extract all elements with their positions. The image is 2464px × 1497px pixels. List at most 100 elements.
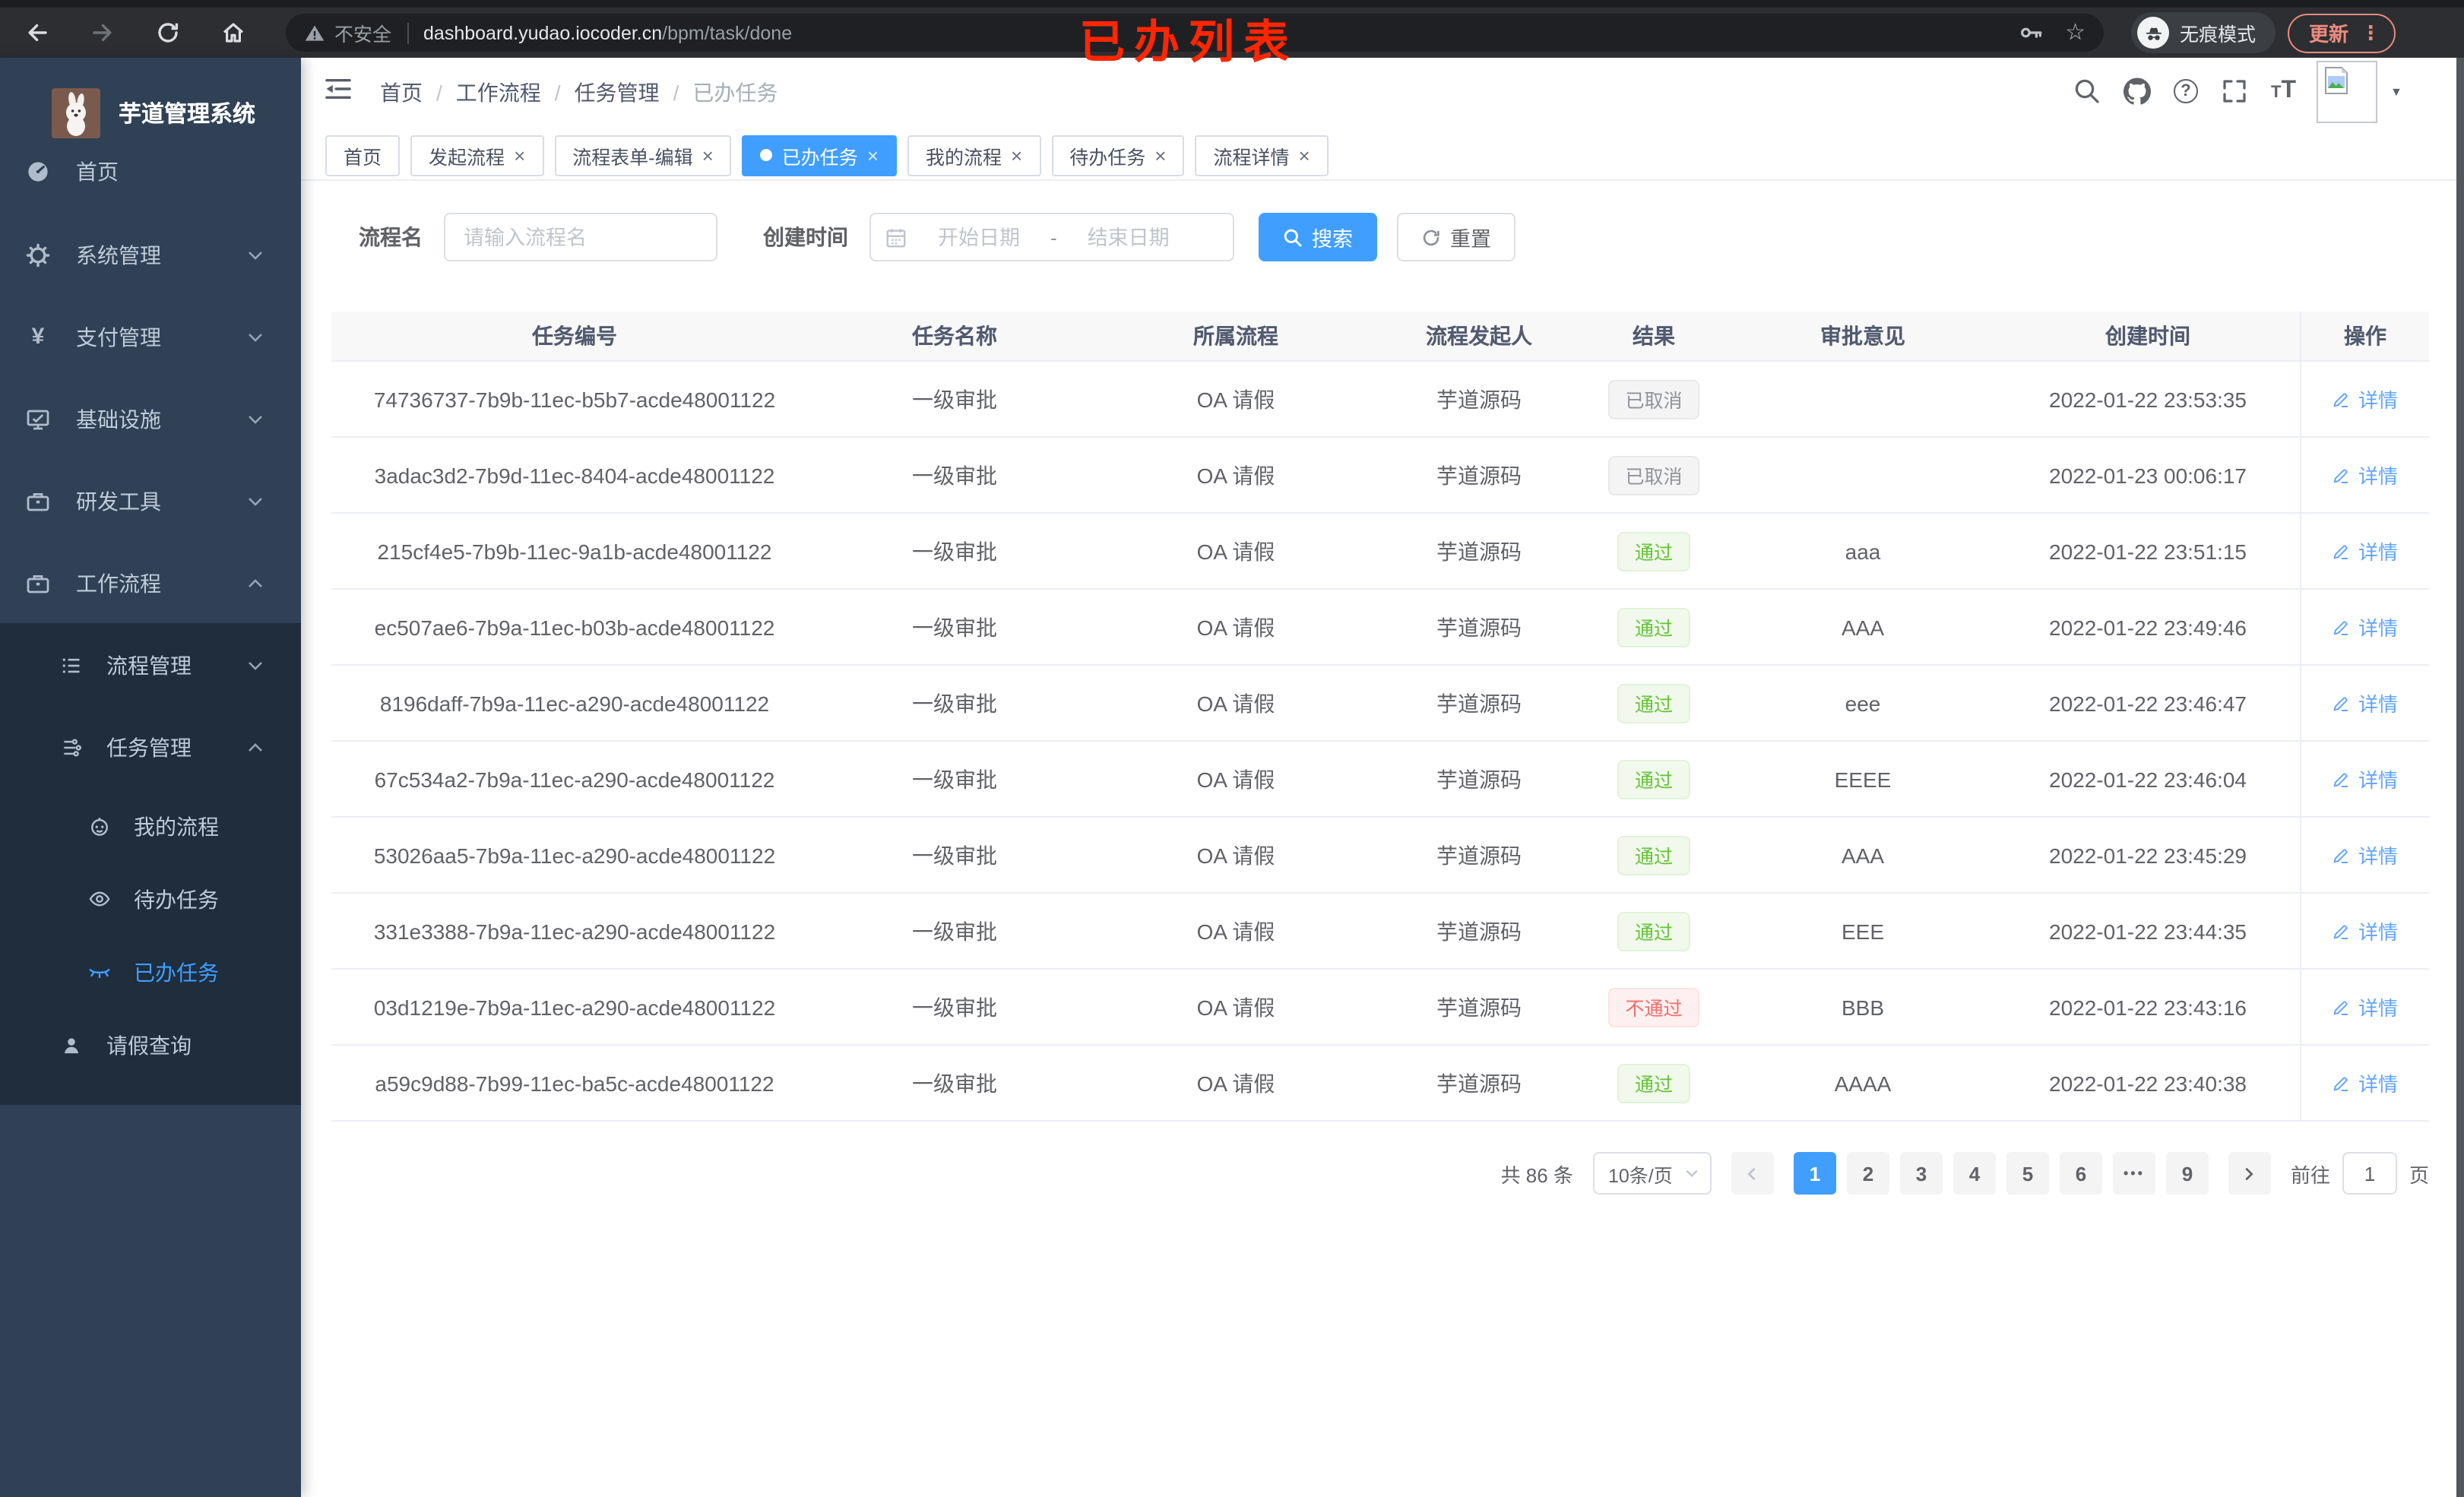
page-button[interactable]: 3 (1899, 1152, 1943, 1195)
cell-created: 2022-01-22 23:44:35 (2049, 919, 2247, 943)
reload-icon[interactable] (155, 20, 181, 46)
next-page-button[interactable] (2228, 1152, 2271, 1195)
update-button[interactable]: 更新 ⋮ (2288, 13, 2396, 52)
forward-icon[interactable] (90, 20, 116, 46)
search-button[interactable]: 搜索 (1259, 213, 1377, 261)
col-task-id: 任务编号 (532, 324, 617, 348)
create-time-label: 创建时间 (763, 225, 848, 249)
home-icon[interactable] (220, 20, 246, 46)
browser-menu-icon[interactable]: ⋮ (2361, 21, 2380, 45)
sidebar-item-done-tasks[interactable]: 已办任务 (0, 948, 301, 996)
sidebar-item-leave-query[interactable]: 请假查询 (0, 1021, 301, 1069)
detail-button[interactable]: 详情 (2333, 460, 2398, 489)
detail-button[interactable]: 详情 (2333, 612, 2398, 641)
avatar[interactable] (2316, 60, 2377, 122)
process-name-label: 流程名 (359, 225, 423, 249)
tab-close-icon[interactable]: × (514, 144, 525, 166)
url-path: /bpm/task/done (662, 22, 793, 43)
page-button[interactable]: 1 (1793, 1152, 1836, 1195)
app-logo[interactable]: 芋道管理系统 (52, 88, 255, 138)
sidebar-collapse-icon[interactable] (324, 76, 353, 102)
view-tab[interactable]: 待办任务 × (1051, 135, 1185, 176)
page-button[interactable]: 6 (2059, 1152, 2102, 1195)
detail-button[interactable]: 详情 (2333, 536, 2398, 565)
view-tab[interactable]: 发起流程 × (410, 135, 544, 176)
detail-button[interactable]: 详情 (2333, 840, 2398, 869)
sidebar-item-home[interactable]: 首页 (0, 147, 301, 196)
table-header-row: 任务编号 任务名称 所属流程 流程发起人 结果 审批意见 创建时间 操作 (331, 312, 2429, 362)
cell-task-id: 8196daff-7b9a-11ec-a290-acde48001122 (379, 691, 770, 715)
cell-created: 2022-01-22 23:46:47 (2049, 691, 2247, 715)
page-button[interactable]: 9 (2165, 1152, 2209, 1195)
tab-close-icon[interactable]: × (1298, 144, 1310, 166)
start-date-input[interactable] (914, 226, 1044, 248)
cell-task-id: 331e3388-7b9a-11ec-a290-acde48001122 (373, 919, 776, 943)
window-scrollbar[interactable] (2456, 58, 2464, 1497)
page-button[interactable]: 4 (1953, 1152, 1996, 1195)
detail-button[interactable]: 详情 (2333, 916, 2398, 945)
cell-created: 2022-01-22 23:43:16 (2049, 995, 2247, 1019)
detail-button[interactable]: 详情 (2333, 764, 2398, 793)
screen: 不安全 dashboard.yudao.iocoder.cn/bpm/task/… (0, 0, 2464, 1497)
sidebar-item-devtools[interactable]: 研发工具 (0, 476, 301, 525)
tab-close-icon[interactable]: × (867, 144, 879, 166)
tab-close-icon[interactable]: × (702, 144, 714, 166)
tab-close-icon[interactable]: × (1011, 144, 1022, 166)
search-icon[interactable] (2073, 78, 2101, 105)
security-indicator[interactable]: 不安全 (304, 18, 391, 47)
page-button[interactable]: 2 (1846, 1152, 1889, 1195)
help-icon[interactable]: ? (2174, 79, 2198, 103)
breadcrumb-item-home[interactable]: 首页 (380, 78, 423, 108)
back-icon[interactable] (24, 20, 50, 46)
status-badge: 通过 (1617, 683, 1690, 723)
chevron-down-icon (249, 251, 262, 259)
github-icon[interactable] (2124, 78, 2151, 105)
cell-comment: eee (1845, 691, 1881, 715)
status-badge: 已取消 (1608, 379, 1699, 419)
col-comment: 审批意见 (1820, 324, 1905, 348)
avatar-caret-icon[interactable]: ▼ (2390, 84, 2402, 98)
font-size-icon[interactable]: TT (2271, 78, 2296, 105)
bookmark-star-icon[interactable]: ☆ (2065, 21, 2086, 44)
key-icon[interactable] (2018, 20, 2044, 46)
cell-starter: 芋道源码 (1436, 843, 1522, 867)
process-name-input[interactable] (444, 213, 717, 261)
sidebar-item-workflow[interactable]: 工作流程 (0, 559, 301, 607)
date-range-picker[interactable]: - (869, 213, 1234, 261)
view-tab[interactable]: 首页 × (325, 135, 401, 176)
reset-button[interactable]: 重置 (1397, 213, 1515, 261)
sidebar-item-label: 我的流程 (134, 814, 219, 838)
page-size-select[interactable]: 10条/页 (1592, 1152, 1712, 1195)
sidebar-item-process-mgmt[interactable]: 流程管理 (0, 641, 301, 689)
goto-page-input[interactable] (2342, 1152, 2397, 1195)
sidebar-item-system[interactable]: 系统管理 (0, 230, 301, 279)
cell-task-name: 一级审批 (912, 539, 997, 563)
detail-button[interactable]: 详情 (2333, 385, 2398, 413)
view-tab[interactable]: 我的流程 × (907, 135, 1041, 176)
cell-task-id: 3adac3d2-7b9d-11ec-8404-acde48001122 (374, 463, 775, 487)
sidebar-item-pay[interactable]: ¥ 支付管理 (0, 312, 301, 361)
sidebar-item-infra[interactable]: 基础设施 (0, 394, 301, 443)
sidebar-item-todo-tasks[interactable]: 待办任务 (0, 875, 301, 923)
page-button[interactable]: 5 (2006, 1152, 2049, 1195)
sidebar-item-label: 工作流程 (76, 571, 161, 595)
filter-form: 流程名 创建时间 - 搜索 重置 (359, 213, 1515, 261)
end-date-input[interactable] (1063, 226, 1194, 248)
view-tab[interactable]: 流程表单-编辑 × (554, 135, 732, 176)
sidebar-item-label: 任务管理 (106, 735, 192, 759)
view-tab[interactable]: 流程详情 × (1195, 135, 1329, 176)
sidebar-item-my-process[interactable]: 我的流程 (0, 802, 301, 850)
page-button[interactable]: ••• (2112, 1152, 2155, 1195)
detail-button[interactable]: 详情 (2333, 992, 2398, 1021)
view-tab[interactable]: 已办任务 × (742, 135, 897, 176)
tab-close-icon[interactable]: × (1154, 144, 1166, 166)
cell-actions: 详情 (2300, 362, 2429, 436)
prev-page-button[interactable] (1731, 1152, 1774, 1195)
cell-task-name: 一级审批 (912, 843, 997, 867)
detail-button[interactable]: 详情 (2333, 688, 2398, 717)
detail-button[interactable]: 详情 (2333, 1068, 2398, 1097)
fullscreen-icon[interactable] (2221, 78, 2248, 105)
sidebar-item-task-mgmt[interactable]: 任务管理 (0, 723, 301, 771)
breadcrumb-item-workflow[interactable]: 工作流程 (456, 78, 541, 108)
breadcrumb-item-task-mgmt[interactable]: 任务管理 (575, 78, 660, 108)
